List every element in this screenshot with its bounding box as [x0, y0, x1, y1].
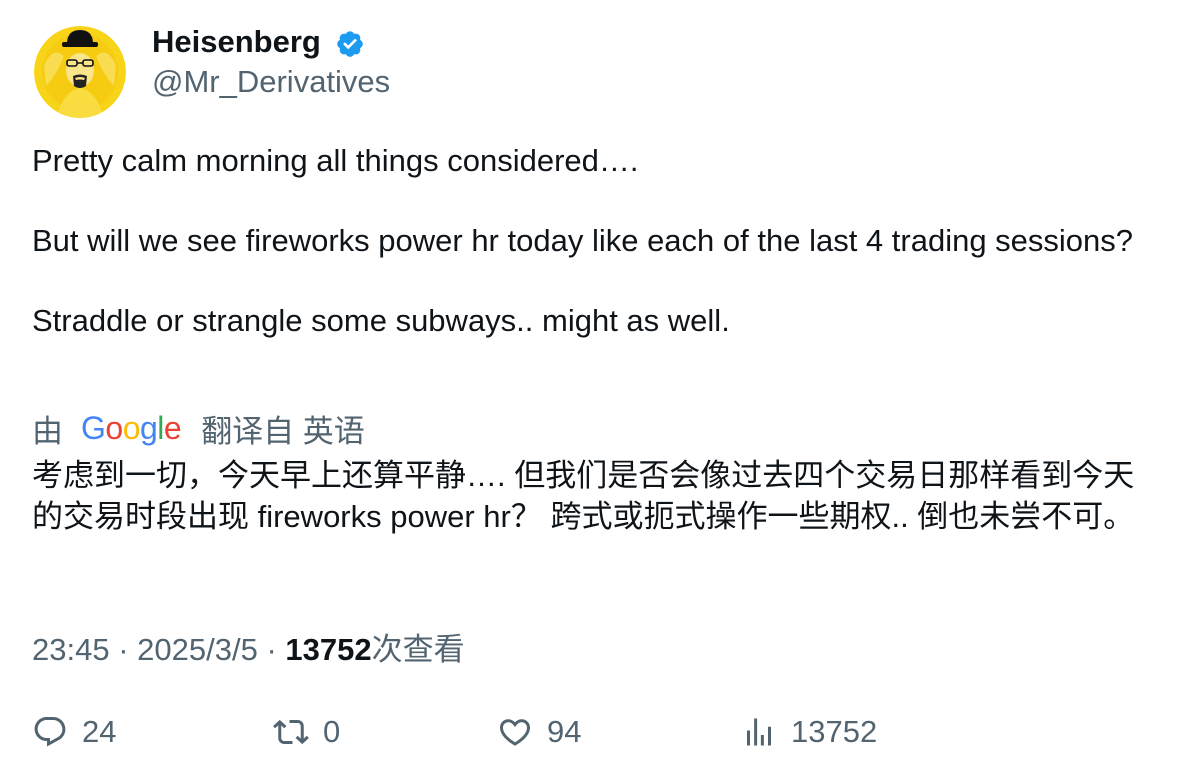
- translated-text: 考虑到一切，今天早上还算平静…. 但我们是否会像过去四个交易日那样看到今天的交易…: [32, 458, 1135, 534]
- views-button[interactable]: 13752: [741, 712, 877, 752]
- like-icon: [499, 719, 531, 746]
- translation-attribution: 由 Google 翻译自 英语: [32, 406, 365, 451]
- retweet-icon: [273, 719, 309, 745]
- avatar-image: [34, 26, 126, 118]
- views-icon: [747, 718, 771, 746]
- tweet-time[interactable]: 23:45: [32, 632, 110, 667]
- views-label: 次查看: [371, 632, 465, 667]
- retweet-button[interactable]: 0: [273, 712, 340, 752]
- avatar[interactable]: [34, 26, 126, 118]
- reply-count: 24: [82, 714, 117, 749]
- display-name[interactable]: Heisenberg: [152, 24, 321, 60]
- user-handle[interactable]: @Mr_Derivatives: [152, 64, 390, 100]
- verified-badge-icon: [337, 31, 363, 57]
- view-count: 13752: [285, 632, 372, 667]
- like-count: 94: [547, 714, 582, 749]
- tweet-paragraph: Pretty calm morning all things considere…: [32, 143, 639, 178]
- retweet-count: 0: [323, 714, 341, 749]
- meta-separator: ·: [118, 632, 138, 667]
- tweet-paragraph: Straddle or strangle some subways.. migh…: [32, 303, 730, 338]
- tweet-meta: 23:45 · 2025/3/5 · 13752次查看: [32, 624, 465, 669]
- like-button[interactable]: 94: [497, 712, 581, 752]
- meta-separator: ·: [266, 632, 286, 667]
- reply-icon: [34, 717, 66, 747]
- tweet-paragraph: But will we see fireworks power hr today…: [32, 223, 1134, 258]
- tweet-text: Pretty calm morning all things considere…: [32, 141, 1142, 341]
- translated-by-label: 由: [32, 413, 63, 449]
- reply-button[interactable]: 24: [32, 712, 116, 752]
- google-logo[interactable]: Google: [81, 410, 182, 447]
- views-count: 13752: [791, 714, 878, 749]
- translated-from-label[interactable]: 翻译自 英语: [201, 406, 365, 451]
- tweet-date[interactable]: 2025/3/5: [137, 632, 258, 667]
